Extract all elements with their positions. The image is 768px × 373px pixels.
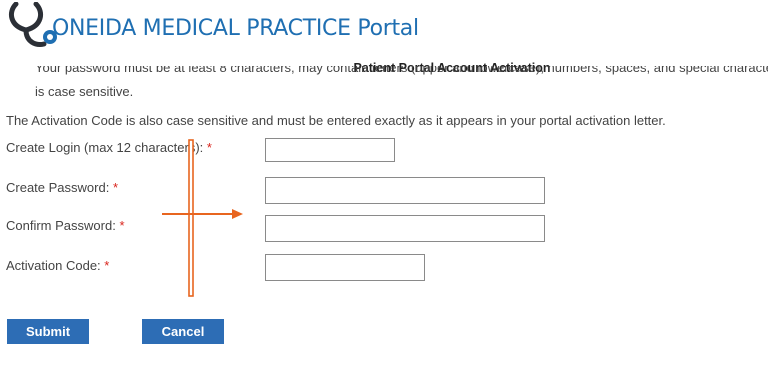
required-mark: *	[119, 218, 125, 233]
password-input[interactable]	[265, 177, 545, 204]
required-mark: *	[112, 180, 119, 195]
confirm-password-input[interactable]	[265, 215, 545, 242]
password-rules-text: Your password must be at least 8 charact…	[35, 66, 768, 75]
confirm-label-text: Confirm Password:	[6, 218, 116, 233]
login-label-text: Create Login (max 12 characters):	[6, 140, 204, 155]
brand-title: ONEIDA MEDICAL PRACTICE Portal	[52, 16, 419, 41]
required-mark: *	[104, 258, 110, 273]
required-mark: *	[206, 140, 212, 155]
arrow-right-icon	[162, 209, 243, 219]
activation-info: The Activation Code is also case sensiti…	[6, 113, 666, 128]
cursor-crosshair-icon	[188, 139, 194, 297]
password-label: Create Password: *	[6, 180, 118, 195]
submit-button[interactable]: Submit	[7, 319, 89, 344]
cancel-button[interactable]: Cancel	[142, 319, 224, 344]
header: ONEIDA MEDICAL PRACTICE Portal	[0, 0, 768, 58]
password-rules-end: is case sensitive.	[35, 84, 134, 99]
activation-code-input[interactable]	[265, 254, 425, 281]
code-label-text: Activation Code:	[6, 258, 101, 273]
confirm-password-label: Confirm Password: *	[6, 218, 125, 233]
login-label: Create Login (max 12 characters): *	[6, 140, 212, 155]
activation-code-label: Activation Code: *	[6, 258, 109, 273]
password-label-text: Create Password:	[6, 180, 110, 195]
password-rules-partial: Your password must be at least 8 charact…	[35, 66, 768, 77]
login-input[interactable]	[265, 138, 395, 162]
